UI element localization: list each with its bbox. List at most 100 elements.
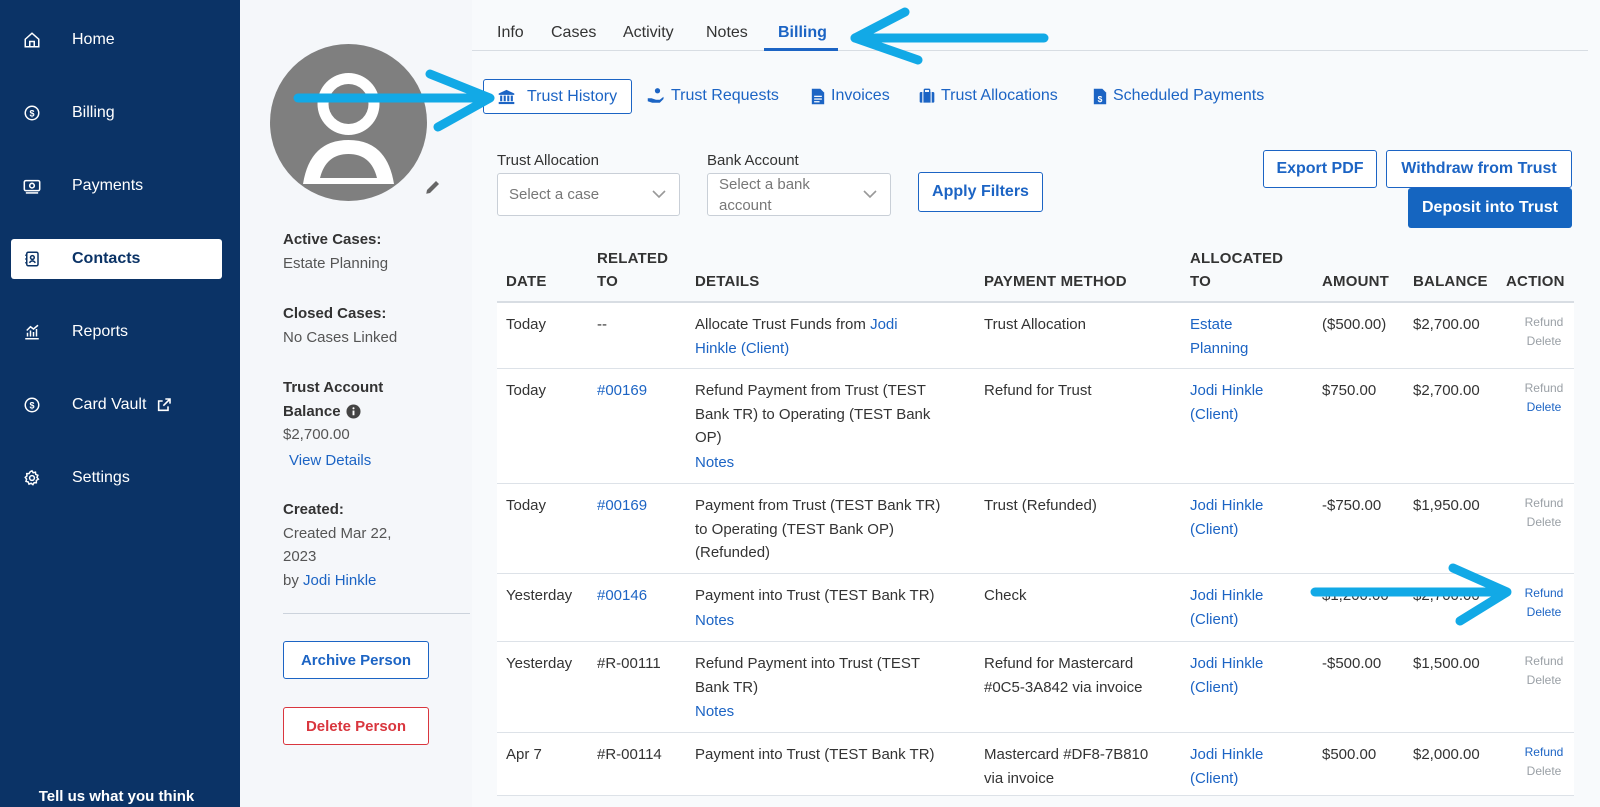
trust-balance-label: Trust Account xyxy=(283,379,384,396)
dollar-circle-icon: $ xyxy=(21,102,43,124)
method-line: Refund for Mastercard xyxy=(984,655,1134,672)
col-details: DETAILS xyxy=(695,273,760,290)
allocated-line1: Jodi Hinkle xyxy=(1190,587,1264,604)
refund-link[interactable]: Refund xyxy=(1522,743,1566,762)
subtab-scheduled-payments[interactable]: $ Scheduled Payments xyxy=(1093,86,1264,106)
cell-action: Refund Delete xyxy=(1522,584,1566,622)
subtab-label: Trust Allocations xyxy=(941,87,1058,104)
sidebar: Home $ Billing Payments Contacts Reports… xyxy=(0,0,240,807)
profile-panel: Active Cases: Estate Planning Closed Cas… xyxy=(240,0,472,807)
subtab-trust-requests[interactable]: Trust Requests xyxy=(647,86,779,106)
active-cases-label: Active Cases: xyxy=(283,231,382,248)
client-link[interactable]: Hinkle (Client) xyxy=(695,340,789,357)
notes-link[interactable]: Notes xyxy=(695,609,970,633)
cell-allocated[interactable]: Jodi Hinkle (Client) xyxy=(1190,584,1263,631)
tab-activity[interactable]: Activity xyxy=(623,24,674,42)
col-allocated-line1: ALLOCATED xyxy=(1190,250,1284,267)
table-row: Yesterday #00146 Payment into Trust (TES… xyxy=(497,574,1574,642)
cell-related-link[interactable]: #00146 xyxy=(597,584,647,608)
sidebar-item-home[interactable]: Home xyxy=(11,20,222,60)
created-by-link[interactable]: Jodi Hinkle xyxy=(303,572,376,589)
subtab-trust-allocations[interactable]: Trust Allocations xyxy=(919,86,1058,106)
active-cases-value: Estate Planning xyxy=(283,254,389,272)
allocated-line2: (Client) xyxy=(1190,610,1239,628)
method-line: #0C5-3A842 via invoice xyxy=(984,678,1143,696)
delete-link[interactable]: Delete xyxy=(1522,603,1566,622)
sidebar-item-payments[interactable]: Payments xyxy=(11,166,222,206)
cell-allocated[interactable]: Jodi Hinkle (Client) xyxy=(1190,652,1263,699)
created-by: by Jodi Hinkle xyxy=(283,569,391,593)
info-icon[interactable] xyxy=(346,404,361,419)
bank-account-select[interactable]: Select a bank account xyxy=(707,173,891,216)
col-payment-method: PAYMENT METHOD xyxy=(984,273,1127,290)
cell-amount: $500.00 xyxy=(1322,746,1377,763)
subtab-label: Scheduled Payments xyxy=(1113,87,1265,104)
cell-allocated[interactable]: Jodi Hinkle (Client) xyxy=(1190,743,1263,790)
avatar[interactable] xyxy=(270,44,427,201)
cell-date: Apr 7 xyxy=(506,746,542,763)
table-row: Yesterday #R-00111 Refund Payment into T… xyxy=(497,642,1574,733)
tab-cases[interactable]: Cases xyxy=(551,24,596,42)
tab-info[interactable]: Info xyxy=(497,24,524,42)
cell-details: Payment into Trust (TEST Bank TR) Notes xyxy=(695,584,970,632)
view-details-link[interactable]: View Details xyxy=(283,449,383,473)
cell-action: Refund Delete xyxy=(1522,494,1566,532)
active-cases: Active Cases: Estate Planning xyxy=(283,228,388,275)
notes-link[interactable]: Notes xyxy=(695,700,970,724)
sidebar-item-contacts[interactable]: Contacts xyxy=(11,239,222,279)
sidebar-item-card-vault[interactable]: $ Card Vault xyxy=(11,385,222,425)
cell-related-link[interactable]: #00169 xyxy=(597,379,647,403)
archive-person-button[interactable]: Archive Person xyxy=(283,641,429,679)
refund-link: Refund xyxy=(1524,654,1564,668)
refund-link: Refund xyxy=(1524,496,1564,510)
apply-filters-button[interactable]: Apply Filters xyxy=(918,172,1043,212)
details-text: Allocate Trust Funds from xyxy=(695,316,866,333)
contacts-icon xyxy=(21,248,43,270)
cell-amount: ($500.00) xyxy=(1322,316,1387,333)
created-info: Created: Created Mar 22, 2023 by Jodi Hi… xyxy=(283,498,391,592)
person-icon xyxy=(303,73,394,184)
cell-details: Refund Payment from Trust (TEST Bank TR) … xyxy=(695,379,970,474)
home-icon xyxy=(21,29,43,51)
cell-method: Refund for Trust xyxy=(984,382,1092,399)
delete-person-button[interactable]: Delete Person xyxy=(283,707,429,745)
sidebar-item-billing[interactable]: $ Billing xyxy=(11,93,222,133)
table-row: Today #00169 Refund Payment from Trust (… xyxy=(497,369,1574,484)
allocated-line2: (Client) xyxy=(1190,769,1239,787)
details-line: to Operating (TEST Bank OP) xyxy=(695,520,894,538)
active-tab-indicator xyxy=(764,48,838,51)
col-related-line1: RELATED xyxy=(597,250,669,267)
subtab-invoices[interactable]: Invoices xyxy=(811,86,890,106)
bank-account-placeholder: Select a bank account xyxy=(719,174,810,216)
trust-allocation-select[interactable]: Select a case xyxy=(497,173,680,216)
deposit-into-trust-button[interactable]: Deposit into Trust xyxy=(1408,188,1572,228)
cell-allocated[interactable]: Estate Planning xyxy=(1190,313,1248,360)
tab-notes[interactable]: Notes xyxy=(706,24,748,42)
cell-details: Payment into Trust (TEST Bank TR) xyxy=(695,746,935,763)
dollar-circle-icon: $ xyxy=(21,394,43,416)
bank-account-label: Bank Account xyxy=(707,152,799,169)
tab-billing[interactable]: Billing xyxy=(778,24,827,42)
notes-link[interactable]: Notes xyxy=(695,451,970,475)
divider xyxy=(283,613,470,614)
export-pdf-button[interactable]: Export PDF xyxy=(1263,150,1377,188)
edit-pencil-icon[interactable] xyxy=(424,178,444,198)
subtab-trust-history[interactable]: Trust History xyxy=(483,79,633,114)
details-line: Refund Payment into Trust (TEST xyxy=(695,655,921,672)
delete-link[interactable]: Delete xyxy=(1522,398,1566,417)
client-link[interactable]: Jodi xyxy=(870,316,898,333)
svg-text:$: $ xyxy=(29,108,34,118)
refund-link: Refund xyxy=(1524,315,1564,329)
sidebar-item-reports[interactable]: Reports xyxy=(11,312,222,352)
cell-allocated[interactable]: Jodi Hinkle (Client) xyxy=(1190,379,1263,426)
col-related-line2: TO xyxy=(597,273,618,290)
cell-related-link[interactable]: #00169 xyxy=(597,494,647,518)
refund-link[interactable]: Refund xyxy=(1522,584,1566,603)
sidebar-item-settings[interactable]: Settings xyxy=(11,458,222,498)
col-date: DATE xyxy=(506,273,547,290)
trust-allocation-placeholder: Select a case xyxy=(509,186,600,203)
details-line: OP) xyxy=(695,429,722,446)
feedback-link[interactable]: Tell us what you think xyxy=(0,788,233,805)
withdraw-from-trust-button[interactable]: Withdraw from Trust xyxy=(1386,150,1572,188)
cell-allocated[interactable]: Jodi Hinkle (Client) xyxy=(1190,494,1263,541)
